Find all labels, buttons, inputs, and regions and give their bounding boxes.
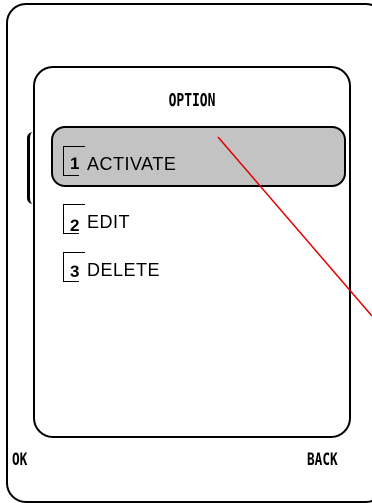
softkey-back[interactable]: BACK [307, 450, 338, 470]
menu-item-label: EDIT [87, 212, 131, 232]
scroll-indicator [27, 132, 36, 204]
item-number: 3 [70, 262, 80, 281]
menu-item-label: ACTIVATE [87, 154, 177, 174]
item-number: 2 [70, 216, 80, 235]
menu-item-label: DELETE [87, 260, 161, 280]
item-number: 1 [70, 154, 80, 173]
softkey-ok[interactable]: OK [12, 450, 27, 470]
panel-title: OPTION [168, 90, 216, 111]
